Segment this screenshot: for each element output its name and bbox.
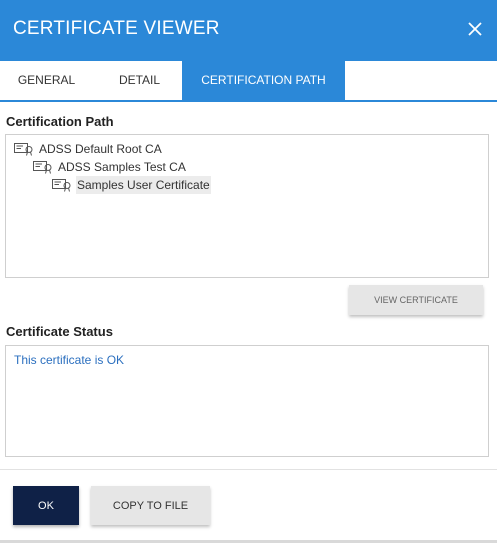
certificate-status-text: This certificate is OK — [14, 353, 125, 367]
certification-path-heading: Certification Path — [6, 114, 114, 129]
close-icon — [468, 22, 482, 36]
tab-detail[interactable]: DETAIL — [93, 61, 186, 100]
certificate-status-heading: Certificate Status — [6, 324, 113, 339]
certificate-icon — [14, 143, 33, 156]
certificate-status-box: This certificate is OK — [5, 345, 489, 457]
certification-path-tree[interactable]: ADSS Default Root CA ADSS Samples Test C… — [5, 134, 489, 278]
certificate-icon — [52, 179, 71, 192]
view-certificate-button[interactable]: VIEW CERTIFICATE — [349, 285, 483, 315]
tree-node-label: ADSS Samples Test CA — [58, 160, 186, 174]
tab-certification-path[interactable]: CERTIFICATION PATH — [182, 61, 345, 100]
dialog-title: CERTIFICATE VIEWER — [13, 18, 220, 39]
close-button[interactable] — [462, 16, 488, 42]
footer-divider — [0, 469, 497, 470]
tab-general[interactable]: GENERAL — [0, 61, 93, 100]
tree-node-label: Samples User Certificate — [76, 176, 211, 194]
ok-button[interactable]: OK — [13, 486, 79, 525]
dialog-title-bar: CERTIFICATE VIEWER — [0, 0, 497, 61]
tab-bar: GENERAL DETAIL CERTIFICATION PATH — [0, 61, 497, 102]
copy-to-file-button[interactable]: COPY TO FILE — [91, 486, 210, 525]
tree-node-label: ADSS Default Root CA — [39, 142, 162, 156]
certificate-icon — [33, 161, 52, 174]
